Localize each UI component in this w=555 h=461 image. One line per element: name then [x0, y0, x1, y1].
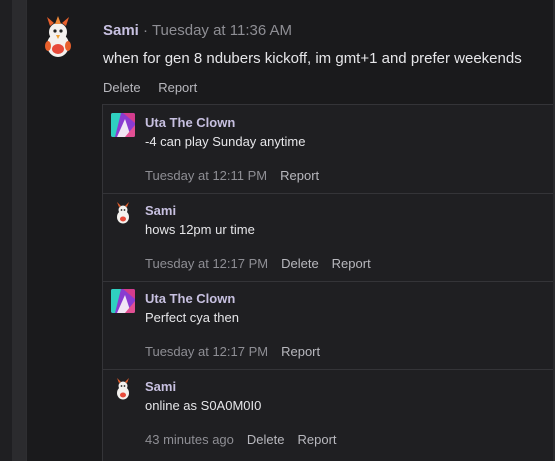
comment-timestamp[interactable]: Tuesday at 12:11 PM — [145, 168, 267, 183]
report-button[interactable]: Report — [281, 344, 320, 359]
delete-button[interactable]: Delete — [281, 256, 319, 271]
post-body: when for gen 8 ndubers kickoff, im gmt+1… — [103, 50, 522, 67]
delete-button[interactable]: Delete — [103, 80, 141, 95]
header-separator: · — [143, 22, 149, 39]
comment-meta: 43 minutes ago Delete Report — [145, 432, 337, 447]
comment-item: Uta The Clown Perfect cya then Tuesday a… — [103, 281, 555, 370]
post-actions: Delete Report — [103, 80, 211, 95]
report-button[interactable]: Report — [332, 256, 371, 271]
comment-body: -4 can play Sunday anytime — [145, 134, 306, 149]
comment-timestamp[interactable]: 43 minutes ago — [145, 432, 234, 447]
comment-author-link[interactable]: Sami — [145, 379, 176, 394]
avatar[interactable] — [33, 12, 83, 62]
comment-item: Sami online as S0A0M0I0 43 minutes ago De… — [103, 369, 555, 461]
comment-list: Uta The Clown -4 can play Sunday anytime… — [102, 104, 555, 461]
comment-body: online as S0A0M0I0 — [145, 398, 262, 413]
comment-author-link[interactable]: Sami — [145, 203, 176, 218]
report-button[interactable]: Report — [280, 168, 319, 183]
post-author-link[interactable]: Sami — [103, 22, 139, 39]
delete-button[interactable]: Delete — [247, 432, 285, 447]
avatar[interactable] — [111, 113, 135, 137]
comment-meta: Tuesday at 12:17 PM Delete Report — [145, 256, 371, 271]
comment-body: hows 12pm ur time — [145, 222, 255, 237]
report-button[interactable]: Report — [158, 80, 197, 95]
avatar[interactable] — [111, 289, 135, 313]
comment-meta: Tuesday at 12:17 PM Report — [145, 344, 320, 359]
comment-meta: Tuesday at 12:11 PM Report — [145, 168, 319, 183]
avatar[interactable] — [111, 201, 135, 225]
comment-item: Uta The Clown -4 can play Sunday anytime… — [103, 105, 555, 194]
profile-post: Sami · Tuesday at 11:36 AM when for gen … — [26, 0, 555, 461]
comment-timestamp[interactable]: Tuesday at 12:17 PM — [145, 344, 268, 359]
comment-item: Sami hows 12pm ur time Tuesday at 12:17 … — [103, 193, 555, 282]
comment-author-link[interactable]: Uta The Clown — [145, 291, 235, 306]
avatar[interactable] — [111, 377, 135, 401]
post-header: Sami · Tuesday at 11:36 AM — [103, 22, 292, 39]
report-button[interactable]: Report — [297, 432, 336, 447]
post-timestamp[interactable]: Tuesday at 11:36 AM — [152, 22, 292, 39]
comment-body: Perfect cya then — [145, 310, 239, 325]
thread-page: Sami · Tuesday at 11:36 AM when for gen … — [0, 0, 555, 461]
left-rail — [12, 0, 26, 461]
comment-author-link[interactable]: Uta The Clown — [145, 115, 235, 130]
comment-timestamp[interactable]: Tuesday at 12:17 PM — [145, 256, 268, 271]
